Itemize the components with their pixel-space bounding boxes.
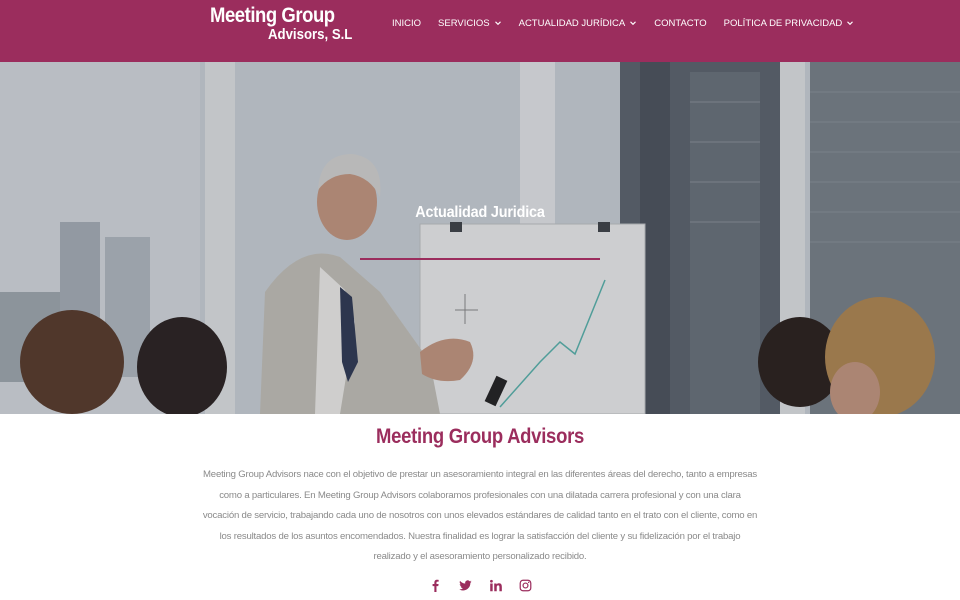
about-text: Meeting Group Advisors nace con el objet… <box>202 469 758 562</box>
nav-item-label: Inicio <box>392 17 422 29</box>
main-nav: Inicio Servicios Actualidad Jurídica Con… <box>392 0 871 46</box>
chevron-down-icon <box>629 19 637 27</box>
nav-item-label: Servicios <box>438 17 490 29</box>
nav-item-contacto[interactable]: Contacto <box>654 18 706 29</box>
hero-banner: Actualidad Juridica <box>0 62 960 414</box>
site-logo[interactable]: Meeting Group Advisors, S.L <box>210 4 353 50</box>
logo-line-1: Meeting Group <box>210 4 335 27</box>
nav-item-label: Contacto <box>654 17 707 29</box>
hero-divider <box>360 258 600 260</box>
facebook-icon[interactable] <box>426 576 444 594</box>
logo-line-2: Advisors, S.L <box>268 26 353 43</box>
social-links <box>0 576 960 594</box>
chevron-down-icon <box>846 19 854 27</box>
instagram-icon[interactable] <box>516 576 534 594</box>
nav-item-actualidad-juridica[interactable]: Actualidad Jurídica <box>519 18 638 29</box>
nav-item-servicios[interactable]: Servicios <box>438 18 502 29</box>
hero-title: Actualidad Juridica <box>415 204 545 221</box>
nav-item-label: Actualidad Jurídica <box>518 17 626 29</box>
linkedin-icon[interactable] <box>486 576 504 594</box>
nav-item-inicio[interactable]: Inicio <box>392 18 421 29</box>
nav-item-label: Política de privacidad <box>723 17 843 29</box>
chevron-down-icon <box>494 19 502 27</box>
twitter-icon[interactable] <box>456 576 474 594</box>
about-title: Meeting Group Advisors <box>375 425 585 448</box>
site-header: Meeting Group Advisors, S.L Inicio Servi… <box>0 0 960 62</box>
nav-item-politica-privacidad[interactable]: Política de privacidad <box>724 18 855 29</box>
hero-overlay <box>0 62 960 414</box>
